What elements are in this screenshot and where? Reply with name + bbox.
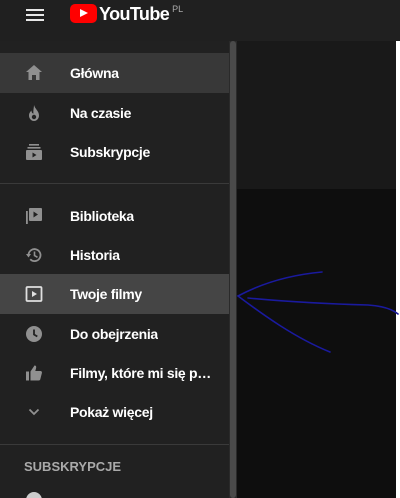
sidebar-item-library[interactable]: Biblioteka — [0, 196, 229, 236]
sidebar-item-show-more[interactable]: Pokaż więcej — [0, 392, 229, 432]
history-icon — [24, 245, 44, 265]
sidebar-item-label: Do obejrzenia — [70, 326, 158, 342]
sidebar-divider — [0, 183, 229, 184]
sidebar-item-label: Biblioteka — [70, 208, 134, 224]
subscriptions-icon — [24, 142, 44, 162]
fire-icon — [24, 103, 44, 123]
sidebar-divider — [0, 444, 229, 445]
sidebar-item-label: Twoje filmy — [70, 286, 142, 302]
sidebar-item-label: Na czasie — [70, 105, 132, 121]
library-icon — [24, 206, 44, 226]
home-icon — [24, 63, 44, 83]
top-bar: YouTube PL — [0, 0, 400, 41]
subscriptions-section-title: SUBSKRYPCJE — [24, 459, 122, 474]
sidebar-item-your-videos[interactable]: Twoje filmy — [0, 274, 229, 314]
sidebar-item-label: Historia — [70, 247, 120, 263]
thumbs-up-icon — [24, 363, 44, 383]
hamburger-menu-icon[interactable] — [26, 9, 44, 21]
your-videos-icon — [24, 284, 44, 304]
sidebar-item-label: Pokaż więcej — [70, 404, 153, 420]
sidebar-item-label: Główna — [70, 65, 119, 81]
sidebar-item-liked-videos[interactable]: Filmy, które mi się po... — [0, 353, 229, 393]
logo-text: YouTube — [99, 4, 170, 24]
sidebar: Główna Na czasie Subskrypcje Biblioteka … — [0, 41, 229, 498]
youtube-logo[interactable]: YouTube PL — [70, 4, 183, 26]
play-logo-icon — [70, 4, 97, 23]
sidebar-scrollbar[interactable] — [229, 41, 237, 498]
sidebar-item-subscriptions[interactable]: Subskrypcje — [0, 132, 229, 172]
sidebar-item-label: Filmy, które mi się po... — [70, 365, 215, 381]
sidebar-item-label: Subskrypcje — [70, 144, 150, 160]
content-edge — [396, 41, 400, 498]
content-area — [237, 189, 400, 498]
region-label: PL — [172, 4, 184, 14]
clock-icon — [24, 324, 44, 344]
channel-avatar-icon[interactable] — [26, 492, 42, 498]
sidebar-item-watch-later[interactable]: Do obejrzenia — [0, 314, 229, 354]
sidebar-item-home[interactable]: Główna — [0, 53, 229, 93]
sidebar-item-trending[interactable]: Na czasie — [0, 93, 229, 133]
scrollbar-thumb[interactable] — [230, 41, 236, 498]
chevron-down-icon — [24, 402, 44, 422]
sidebar-item-history[interactable]: Historia — [0, 235, 229, 275]
content-area-top — [237, 41, 400, 189]
